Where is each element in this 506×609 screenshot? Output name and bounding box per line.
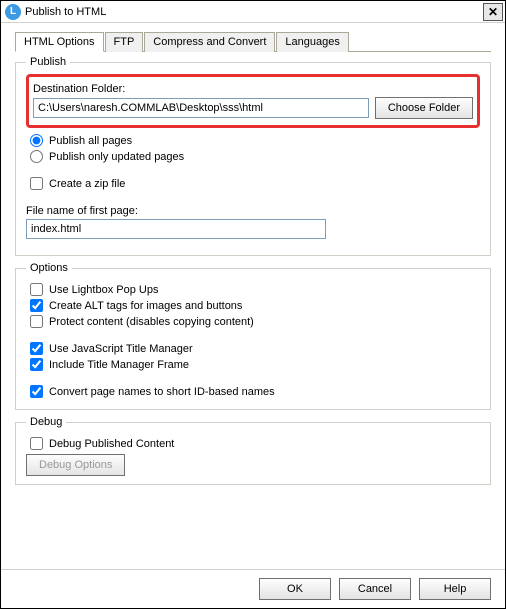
publish-updated-radio[interactable] bbox=[30, 150, 43, 163]
title-frame-checkbox[interactable] bbox=[30, 358, 43, 371]
close-button[interactable]: ✕ bbox=[483, 3, 503, 21]
highlight-box: Destination Folder: Choose Folder bbox=[26, 74, 480, 128]
create-zip-checkbox[interactable] bbox=[30, 177, 43, 190]
debug-legend: Debug bbox=[26, 416, 66, 428]
debug-published-label: Debug Published Content bbox=[49, 438, 174, 450]
create-zip-label: Create a zip file bbox=[49, 178, 125, 190]
publish-all-label: Publish all pages bbox=[49, 135, 132, 147]
publish-updated-label: Publish only updated pages bbox=[49, 151, 184, 163]
destination-folder-label: Destination Folder: bbox=[33, 83, 473, 95]
short-names-label: Convert page names to short ID-based nam… bbox=[49, 386, 275, 398]
alt-tags-label: Create ALT tags for images and buttons bbox=[49, 300, 242, 312]
app-icon: L bbox=[5, 4, 21, 20]
destination-folder-input[interactable] bbox=[33, 98, 369, 118]
js-title-checkbox[interactable] bbox=[30, 342, 43, 355]
button-bar: OK Cancel Help bbox=[1, 569, 505, 608]
ok-button[interactable]: OK bbox=[259, 578, 331, 600]
lightbox-checkbox[interactable] bbox=[30, 283, 43, 296]
debug-options-button: Debug Options bbox=[26, 454, 125, 476]
file-name-input[interactable] bbox=[26, 219, 326, 239]
short-names-checkbox[interactable] bbox=[30, 385, 43, 398]
protect-content-label: Protect content (disables copying conten… bbox=[49, 316, 254, 328]
options-group: Options Use Lightbox Pop Ups Create ALT … bbox=[15, 262, 491, 410]
tab-compress[interactable]: Compress and Convert bbox=[144, 32, 275, 52]
lightbox-label: Use Lightbox Pop Ups bbox=[49, 284, 158, 296]
js-title-label: Use JavaScript Title Manager bbox=[49, 343, 193, 355]
tab-html-options[interactable]: HTML Options bbox=[15, 32, 104, 52]
options-legend: Options bbox=[26, 262, 72, 274]
dialog-body: HTML Options FTP Compress and Convert La… bbox=[1, 23, 505, 569]
publish-all-radio[interactable] bbox=[30, 134, 43, 147]
title-bar: L Publish to HTML ✕ bbox=[1, 1, 505, 23]
tab-languages[interactable]: Languages bbox=[276, 32, 348, 52]
debug-group: Debug Debug Published Content Debug Opti… bbox=[15, 416, 491, 485]
file-name-label: File name of first page: bbox=[26, 205, 480, 217]
debug-published-checkbox[interactable] bbox=[30, 437, 43, 450]
title-frame-label: Include Title Manager Frame bbox=[49, 359, 189, 371]
publish-legend: Publish bbox=[26, 56, 70, 68]
publish-group: Publish Destination Folder: Choose Folde… bbox=[15, 56, 491, 256]
tab-ftp[interactable]: FTP bbox=[105, 32, 144, 52]
window-title: Publish to HTML bbox=[25, 6, 483, 18]
help-button[interactable]: Help bbox=[419, 578, 491, 600]
alt-tags-checkbox[interactable] bbox=[30, 299, 43, 312]
cancel-button[interactable]: Cancel bbox=[339, 578, 411, 600]
choose-folder-button[interactable]: Choose Folder bbox=[375, 97, 473, 119]
tab-bar: HTML Options FTP Compress and Convert La… bbox=[15, 31, 491, 52]
protect-content-checkbox[interactable] bbox=[30, 315, 43, 328]
